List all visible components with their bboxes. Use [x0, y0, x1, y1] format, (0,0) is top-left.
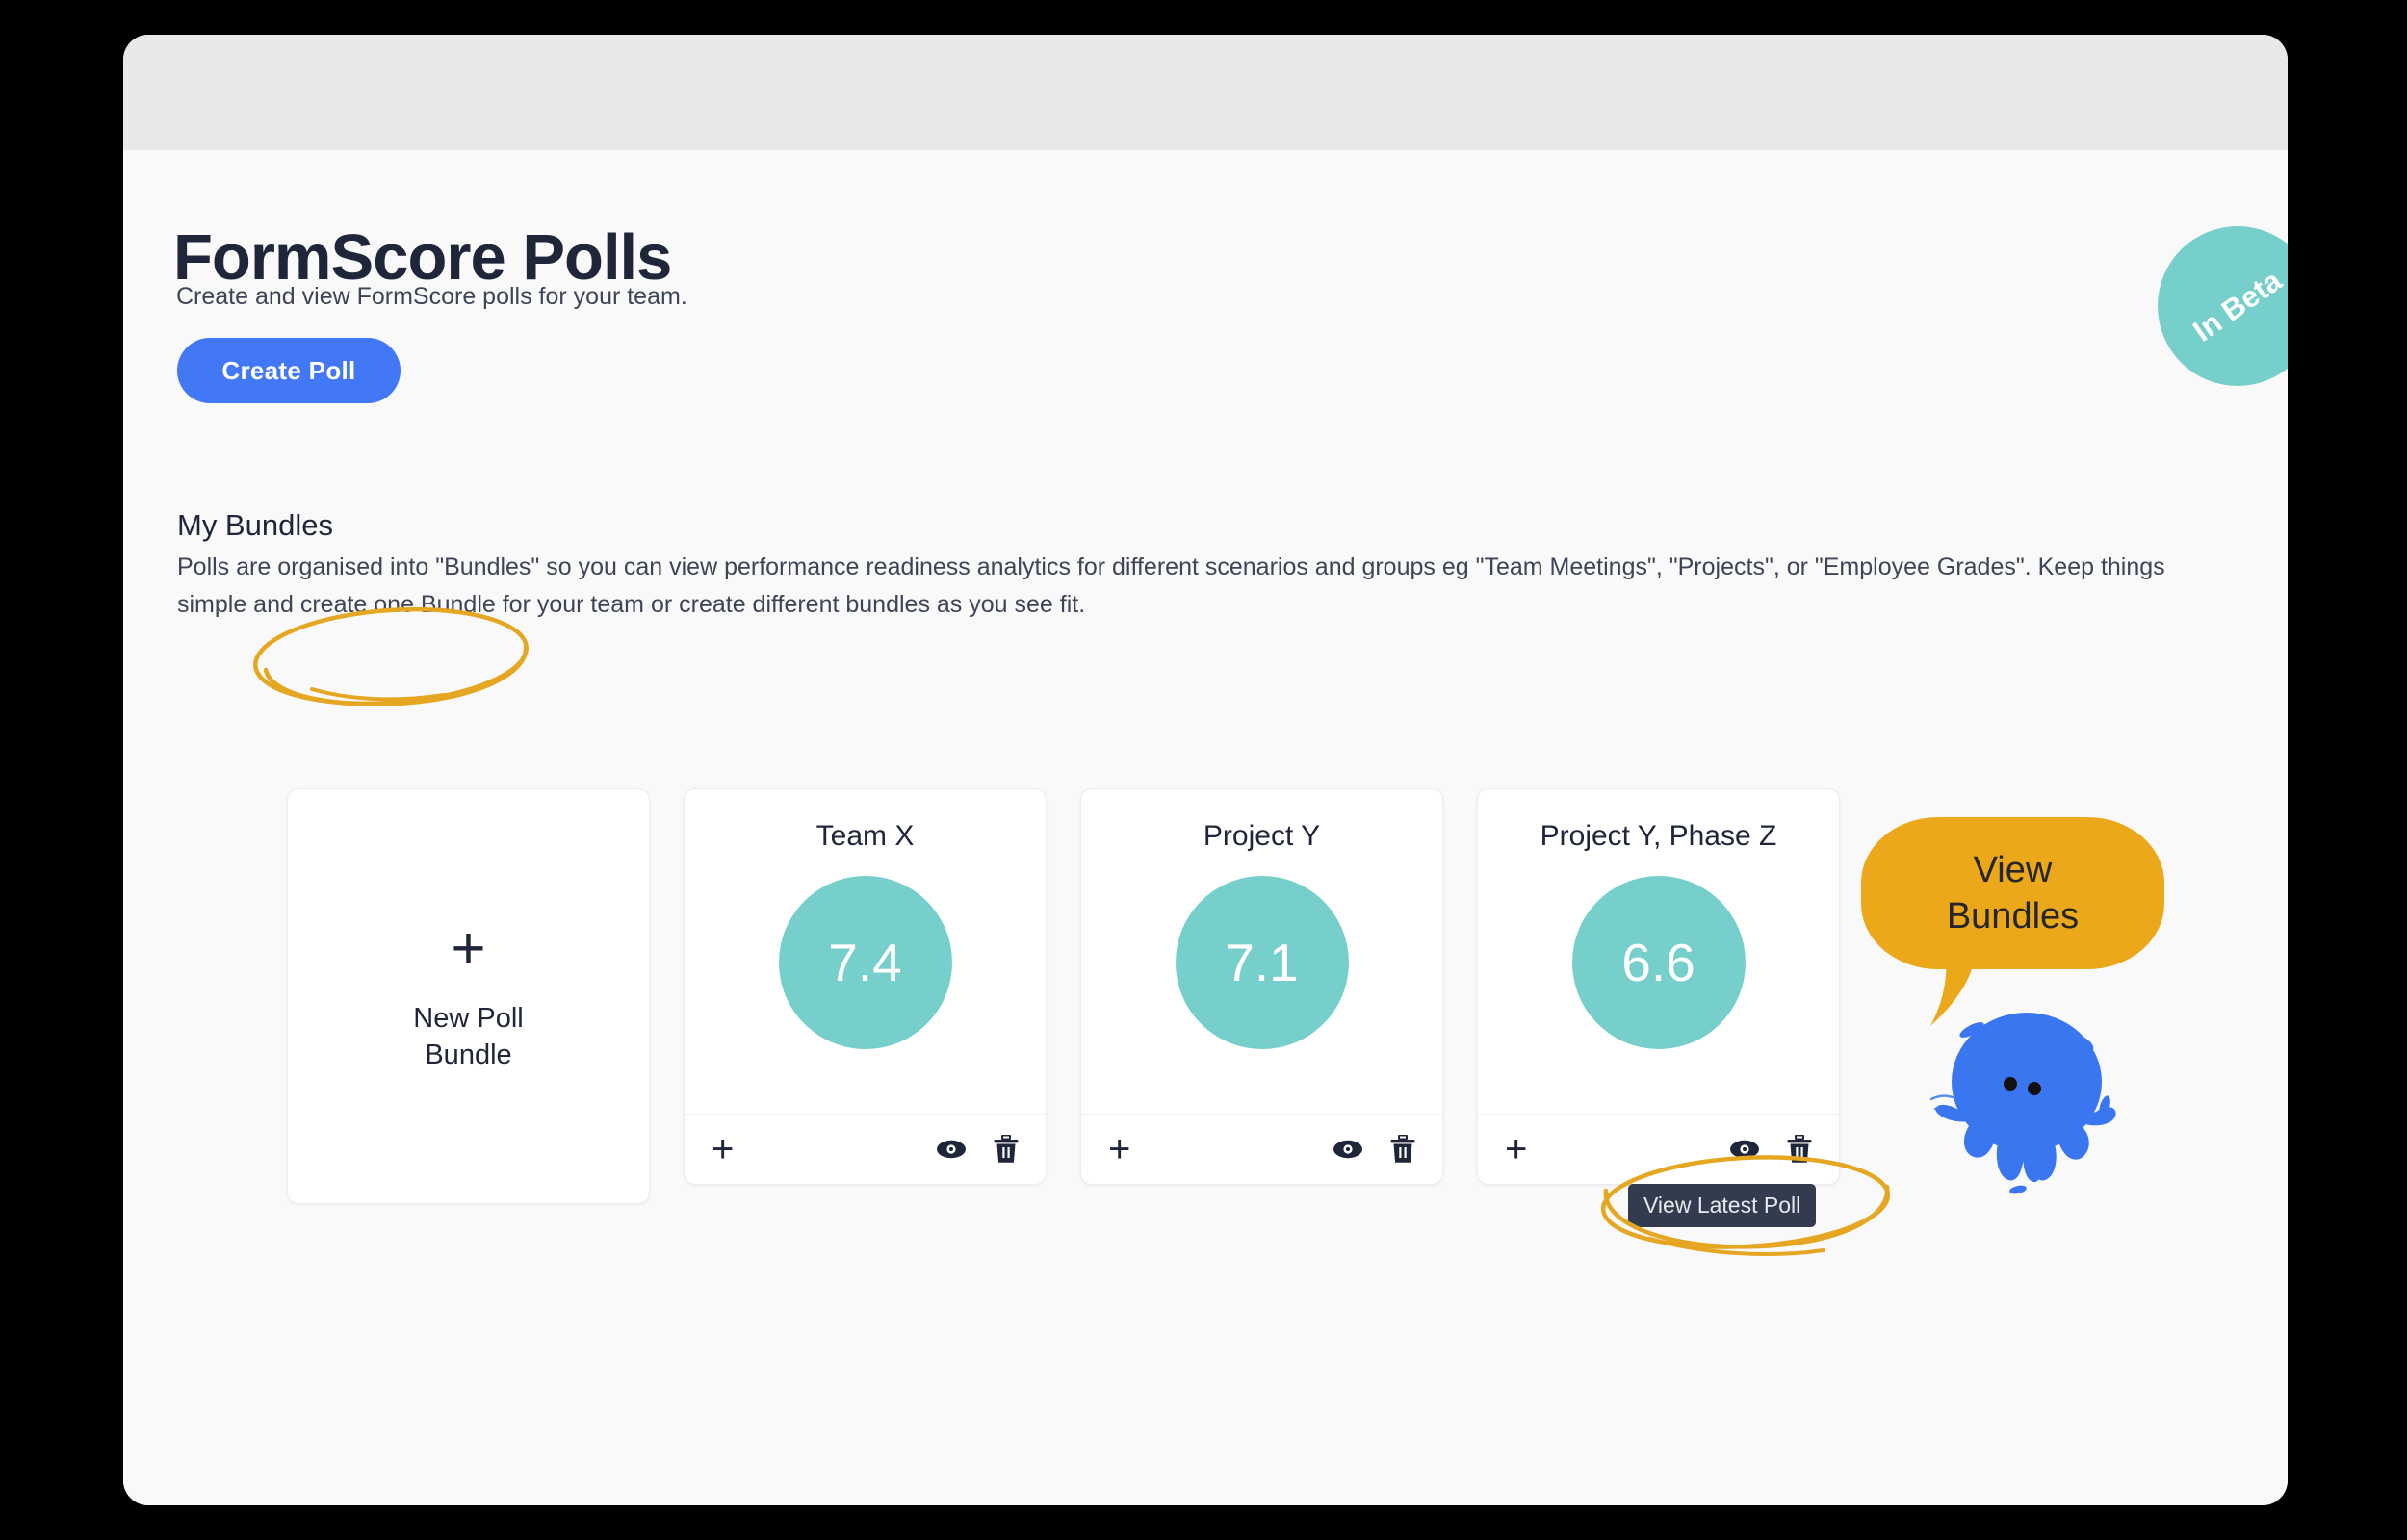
bundle-score: 7.1	[1175, 876, 1349, 1049]
footer-left-group: +	[1108, 1130, 1130, 1168]
add-poll-icon[interactable]: +	[1108, 1130, 1130, 1168]
bundle-card-body: Team X 7.4	[685, 789, 1046, 1114]
bundle-card[interactable]: Project Y 7.1 +	[1080, 788, 1443, 1185]
bundle-card[interactable]: Team X 7.4 +	[684, 788, 1047, 1185]
view-bundles-callout-bubble: View Bundles	[1861, 817, 2164, 969]
page-subtitle: Create and view FormScore polls for your…	[176, 283, 687, 310]
new-bundle-label-line1: New Poll	[413, 1003, 524, 1034]
footer-left-group: +	[712, 1130, 734, 1168]
bundle-title: Project Y	[1203, 820, 1321, 852]
footer-right-group	[1729, 1135, 1812, 1164]
create-poll-button[interactable]: Create Poll	[177, 338, 401, 403]
bundle-card[interactable]: Project Y, Phase Z 6.6 +	[1477, 788, 1840, 1185]
eye-icon[interactable]	[1729, 1139, 1760, 1160]
bundle-card-list: + New Poll Bundle Team X 7.4 + Project Y…	[287, 788, 1840, 1204]
trash-icon[interactable]	[1390, 1135, 1415, 1164]
trash-icon[interactable]	[1787, 1135, 1812, 1164]
plus-icon: +	[451, 915, 486, 982]
octopus-mascot	[1929, 1013, 2116, 1194]
eye-icon[interactable]	[1333, 1139, 1363, 1160]
add-poll-icon[interactable]: +	[712, 1130, 734, 1168]
page-content: FormScore Polls Create and view FormScor…	[123, 150, 2288, 1505]
trash-icon[interactable]	[994, 1135, 1019, 1164]
eye-icon[interactable]	[936, 1139, 967, 1160]
my-bundles-description: Polls are organised into "Bundles" so yo…	[177, 553, 2165, 618]
screen: FormScore Polls Create and view FormScor…	[0, 0, 2407, 1540]
bundle-card-footer: +	[1478, 1114, 1839, 1184]
footer-right-group	[936, 1135, 1019, 1164]
view-latest-poll-tooltip: View Latest Poll	[1628, 1184, 1817, 1227]
footer-left-group: +	[1505, 1130, 1527, 1168]
bundle-card-body: Project Y, Phase Z 6.6	[1478, 789, 1839, 1114]
browser-window: FormScore Polls Create and view FormScor…	[123, 35, 2288, 1505]
bundle-title: Project Y, Phase Z	[1540, 820, 1777, 852]
footer-right-group	[1333, 1135, 1415, 1164]
bundle-card-footer: +	[1081, 1114, 1442, 1184]
new-poll-bundle-card[interactable]: + New Poll Bundle	[287, 788, 650, 1204]
callout-line1: View	[1973, 850, 2053, 890]
in-beta-badge: In Beta	[2158, 226, 2288, 386]
add-poll-icon[interactable]: +	[1505, 1130, 1527, 1168]
window-titlebar	[123, 35, 2288, 150]
callout-text: View Bundles	[1947, 847, 2079, 939]
my-bundles-heading: My Bundles	[177, 508, 333, 542]
bundle-title: Team X	[815, 820, 915, 852]
callout-line2: Bundles	[1946, 896, 2080, 937]
new-bundle-label-line2: Bundle	[425, 1040, 512, 1070]
bundle-card-body: Project Y 7.1	[1081, 789, 1442, 1114]
bundle-card-footer: +	[685, 1114, 1046, 1184]
bundle-score: 6.6	[1571, 876, 1746, 1049]
bundle-score: 7.4	[778, 876, 952, 1049]
new-poll-bundle-label: New Poll Bundle	[413, 1000, 523, 1073]
in-beta-label: In Beta	[2187, 263, 2288, 348]
